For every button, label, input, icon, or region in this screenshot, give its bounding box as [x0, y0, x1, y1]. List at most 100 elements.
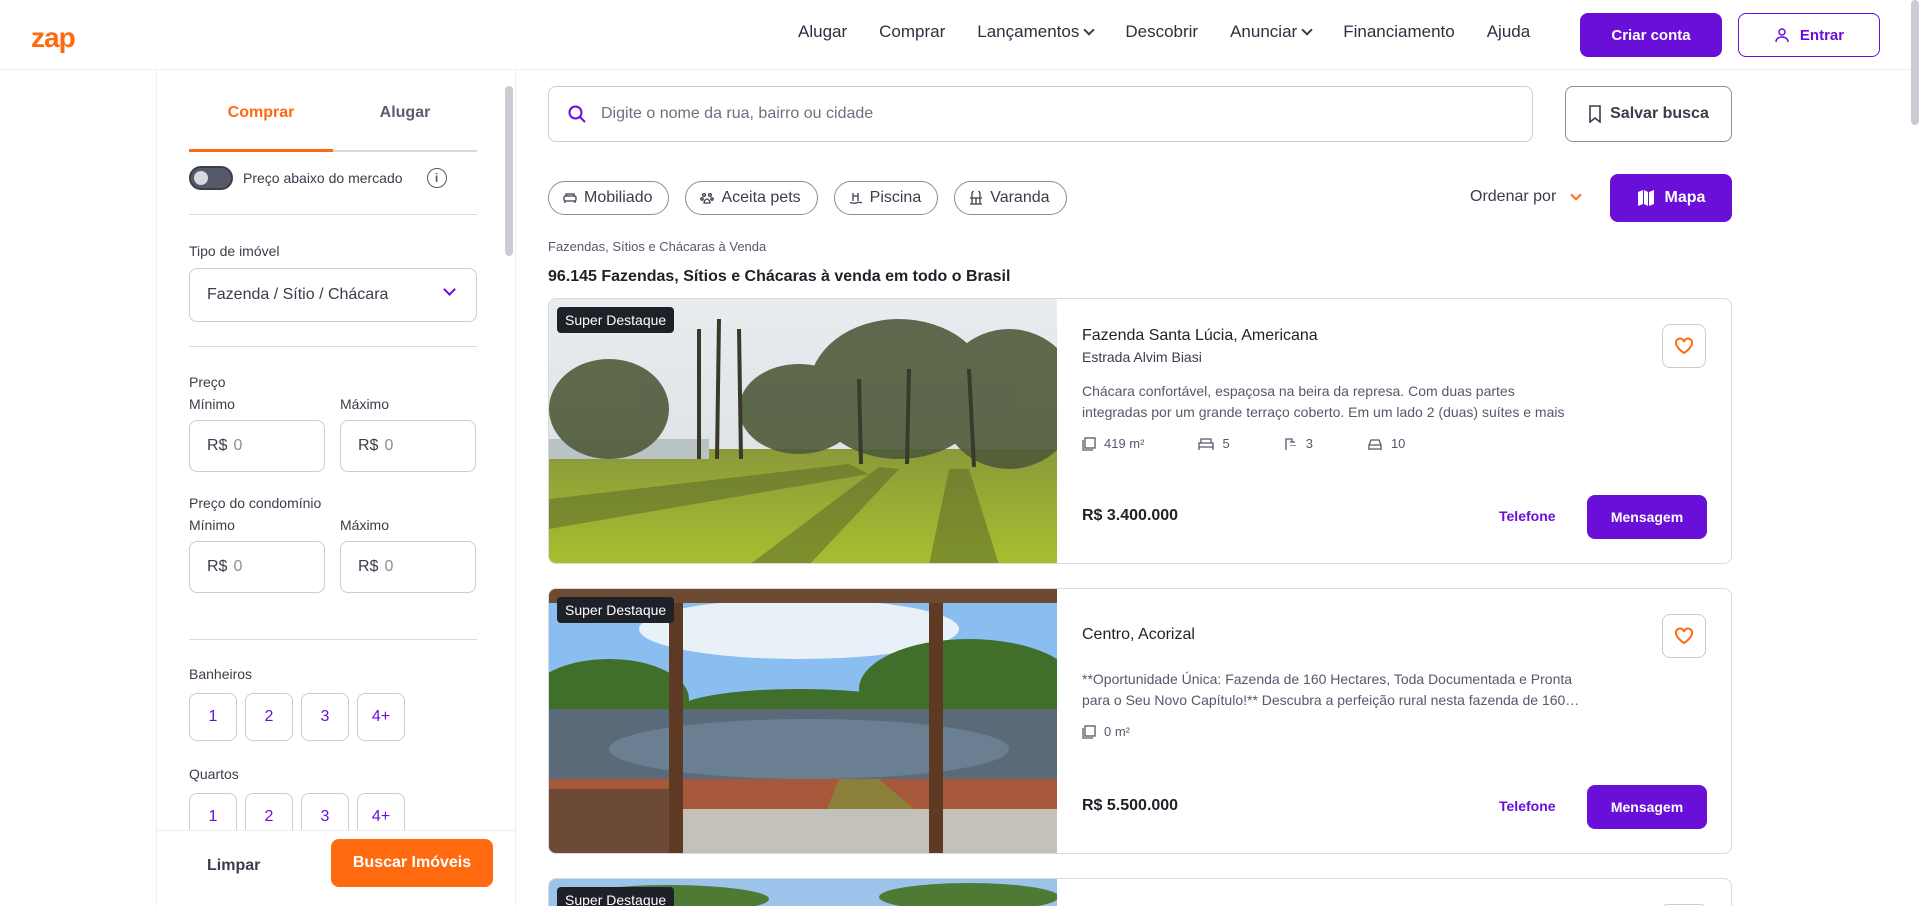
phone-button[interactable]: Telefone: [1499, 508, 1556, 524]
zap-logo[interactable]: zap: [31, 22, 76, 54]
price-max-label: Máximo: [340, 396, 390, 412]
search-properties-button[interactable]: Buscar Imóveis: [331, 839, 493, 887]
feature-bedrooms: 5: [1198, 436, 1230, 451]
condo-min-input[interactable]: R$ 0: [189, 541, 325, 593]
property-type-select[interactable]: Fazenda / Sítio / Chácara: [189, 268, 477, 322]
amenity-chips: Mobiliado Aceita pets Piscina Varanda: [548, 181, 1067, 215]
nav-lancamentos[interactable]: Lançamentos: [977, 22, 1096, 42]
sort-dropdown[interactable]: Ordenar por: [1470, 188, 1582, 206]
map-icon: [1637, 190, 1654, 206]
listing-price: R$ 5.500.000: [1082, 797, 1179, 814]
location-search-input[interactable]: Digite o nome da rua, bairro ou cidade: [548, 86, 1533, 142]
super-destaque-badge: Super Destaque: [557, 887, 675, 906]
favorite-button[interactable]: [1662, 614, 1706, 658]
sofa-icon: [563, 193, 577, 203]
shower-icon: [1285, 437, 1296, 450]
message-button[interactable]: Mensagem: [1587, 785, 1707, 829]
phone-button[interactable]: Telefone: [1499, 798, 1556, 814]
listing-features: 419 m² 5 3 10: [1082, 436, 1405, 451]
main-nav: Alugar Comprar Lançamentos Descobrir Anu…: [798, 22, 1530, 42]
condo-max-label: Máximo: [340, 517, 390, 533]
listing-address: Estrada Alvim Biasi: [1082, 349, 1202, 365]
listing-features: 0 m²: [1082, 724, 1130, 739]
bathrooms-option-4plus[interactable]: 4+: [357, 693, 405, 741]
divider: [189, 346, 477, 347]
sidebar-footer: Limpar Buscar Imóveis: [157, 830, 515, 906]
chip-piscina[interactable]: Piscina: [833, 181, 939, 215]
bedrooms-label: Quartos: [189, 766, 239, 782]
condo-max-input[interactable]: R$ 0: [340, 541, 476, 593]
feature-area: 419 m²: [1082, 436, 1144, 451]
tab-alugar[interactable]: Alugar: [333, 98, 477, 150]
top-header: zap Alugar Comprar Lançamentos Descobrir…: [0, 0, 1919, 70]
feature-parking: 10: [1367, 436, 1405, 451]
page-scrollbar[interactable]: [1911, 0, 1919, 125]
nav-descobrir[interactable]: Descobrir: [1125, 22, 1198, 42]
breadcrumb[interactable]: Fazendas, Sítios e Chácaras à Venda: [548, 239, 766, 254]
nav-alugar[interactable]: Alugar: [798, 22, 847, 42]
listing-title: Centro, Acorizal: [1082, 626, 1195, 643]
car-icon: [1368, 438, 1382, 450]
price-min-input[interactable]: R$ 0: [189, 420, 325, 472]
divider: [189, 639, 477, 640]
balcony-icon: [970, 191, 983, 205]
heart-icon: [1675, 337, 1693, 355]
listing-photo[interactable]: Super Destaque: [549, 879, 1057, 906]
price-min-label: Mínimo: [189, 396, 235, 412]
bathrooms-option-2[interactable]: 2: [245, 693, 293, 741]
nav-anunciar[interactable]: Anunciar: [1230, 22, 1313, 42]
bathrooms-option-1[interactable]: 1: [189, 693, 237, 741]
listing-card[interactable]: Super Destaque Centro, Acorizal **Oportu…: [548, 588, 1732, 854]
listing-card[interactable]: Super Destaque Fazenda Santa Lúcia, Amer…: [548, 298, 1732, 564]
listing-photo[interactable]: Super Destaque: [549, 299, 1057, 563]
feature-bathrooms: 3: [1284, 436, 1313, 451]
divider: [189, 214, 477, 215]
farm-lake-photo: [549, 589, 1057, 853]
tab-comprar[interactable]: Comprar: [189, 98, 333, 152]
chevron-down-icon: [1083, 23, 1096, 36]
listing-card[interactable]: Super Destaque: [548, 878, 1732, 906]
login-button[interactable]: Entrar: [1738, 13, 1880, 57]
area-icon: [1082, 724, 1096, 739]
area-icon: [1082, 436, 1096, 451]
price-max-input[interactable]: R$ 0: [340, 420, 476, 472]
nav-comprar[interactable]: Comprar: [879, 22, 945, 42]
condo-min-label: Mínimo: [189, 517, 235, 533]
chip-varanda[interactable]: Varanda: [954, 181, 1067, 215]
results-title: 96.145 Fazendas, Sítios e Chácaras à ven…: [548, 268, 1011, 285]
bathrooms-option-3[interactable]: 3: [301, 693, 349, 741]
nav-ajuda[interactable]: Ajuda: [1487, 22, 1530, 42]
feature-area: 0 m²: [1082, 724, 1130, 739]
below-market-toggle-row: Preço abaixo do mercado i: [189, 166, 447, 190]
chip-aceita-pets[interactable]: Aceita pets: [685, 181, 818, 215]
favorite-button[interactable]: [1662, 324, 1706, 368]
farm-trees-photo: [549, 299, 1057, 563]
super-destaque-badge: Super Destaque: [557, 307, 675, 333]
search-icon: [568, 105, 586, 123]
create-account-button[interactable]: Criar conta: [1580, 13, 1722, 57]
listing-photo[interactable]: Super Destaque: [549, 589, 1057, 853]
heart-icon: [1675, 627, 1693, 645]
chevron-down-icon: [1301, 23, 1313, 36]
info-icon[interactable]: i: [426, 168, 447, 188]
listing-price: R$ 3.400.000: [1082, 507, 1179, 524]
below-market-toggle[interactable]: [189, 166, 233, 190]
listing-description: **Oportunidade Única: Fazenda de 160 Hec…: [1082, 671, 1580, 708]
property-type-label: Tipo de imóvel: [189, 243, 280, 259]
message-button[interactable]: Mensagem: [1587, 495, 1707, 539]
chip-mobiliado[interactable]: Mobiliado: [548, 181, 670, 215]
transaction-tabs: Comprar Alugar: [189, 98, 477, 152]
save-search-button[interactable]: Salvar busca: [1565, 86, 1732, 142]
listing-description: Chácara confortável, espaçosa na beira d…: [1082, 383, 1565, 420]
map-button[interactable]: Mapa: [1610, 174, 1732, 222]
condo-price-label: Preço do condomínio: [189, 495, 322, 511]
bed-icon: [1198, 437, 1215, 450]
bookmark-icon: [1589, 105, 1601, 123]
clear-filters-button[interactable]: Limpar: [207, 857, 260, 875]
sidebar-scrollbar[interactable]: [505, 86, 513, 256]
nav-financiamento[interactable]: Financiamento: [1343, 22, 1455, 42]
super-destaque-badge: Super Destaque: [557, 597, 675, 623]
chevron-down-icon: [443, 283, 456, 296]
bathrooms-label: Banheiros: [189, 666, 253, 682]
filter-sidebar: Comprar Alugar Preço abaixo do mercado i…: [156, 70, 516, 906]
